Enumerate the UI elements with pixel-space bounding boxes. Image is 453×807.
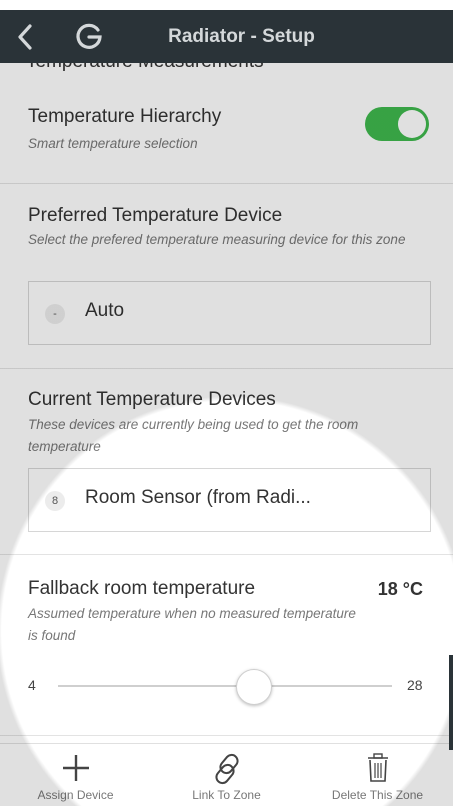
link-icon [211, 752, 243, 791]
slider-max-label: 28 [407, 677, 423, 693]
divider [0, 183, 453, 184]
toggle-knob [398, 110, 426, 138]
preferred-title: Preferred Temperature Device [28, 205, 283, 226]
hierarchy-title: Temperature Hierarchy [28, 106, 222, 127]
status-area [0, 0, 453, 10]
edge-scroll-indicator [449, 655, 453, 750]
section-header-temperature-measurements: Temperature Measurements [26, 63, 264, 73]
slider-min-label: 4 [28, 677, 36, 693]
divider [0, 554, 453, 555]
setup-content[interactable]: Temperature Measurements Temperature Hie… [0, 63, 453, 743]
device-badge: 8 [45, 491, 65, 511]
link-to-zone-label: Link To Zone [192, 788, 261, 802]
current-device-value: Room Sensor (from Radi... [85, 487, 311, 508]
fallback-temperature-value: 18 °C [377, 579, 423, 599]
current-devices-title: Current Temperature Devices [28, 389, 276, 410]
hierarchy-subtitle: Smart temperature selection [28, 136, 198, 151]
divider [0, 735, 453, 736]
device-badge: - [45, 304, 65, 324]
hierarchy-toggle[interactable] [365, 107, 429, 141]
bottom-toolbar: Assign Device Link To Zone Delete This Z… [0, 743, 453, 807]
current-device-item[interactable]: 8 Room Sensor (from Radi... [28, 468, 431, 532]
delete-zone-label: Delete This Zone [331, 788, 424, 802]
trash-icon [366, 752, 390, 789]
current-devices-subtitle: These devices are currently being used t… [28, 417, 359, 454]
slider-track[interactable] [58, 685, 392, 687]
assign-device-label: Assign Device [37, 788, 114, 802]
preferred-device-value: Auto [85, 300, 125, 321]
page-title: Radiator - Setup [168, 26, 315, 47]
link-to-zone-button[interactable]: Link To Zone [151, 744, 302, 807]
fallback-subtitle: Assumed temperature when no measured tem… [28, 606, 356, 643]
divider [0, 368, 453, 369]
preferred-subtitle: Select the prefered temperature measurin… [28, 232, 406, 247]
preferred-device-select[interactable]: - Auto [28, 281, 431, 345]
delete-zone-button[interactable]: Delete This Zone [302, 744, 453, 807]
app-bar: Radiator - Setup [0, 10, 453, 63]
plus-icon [60, 752, 92, 789]
assign-device-button[interactable]: Assign Device [0, 744, 151, 807]
slider-thumb[interactable] [236, 669, 272, 705]
fallback-title: Fallback room temperature [28, 578, 256, 599]
